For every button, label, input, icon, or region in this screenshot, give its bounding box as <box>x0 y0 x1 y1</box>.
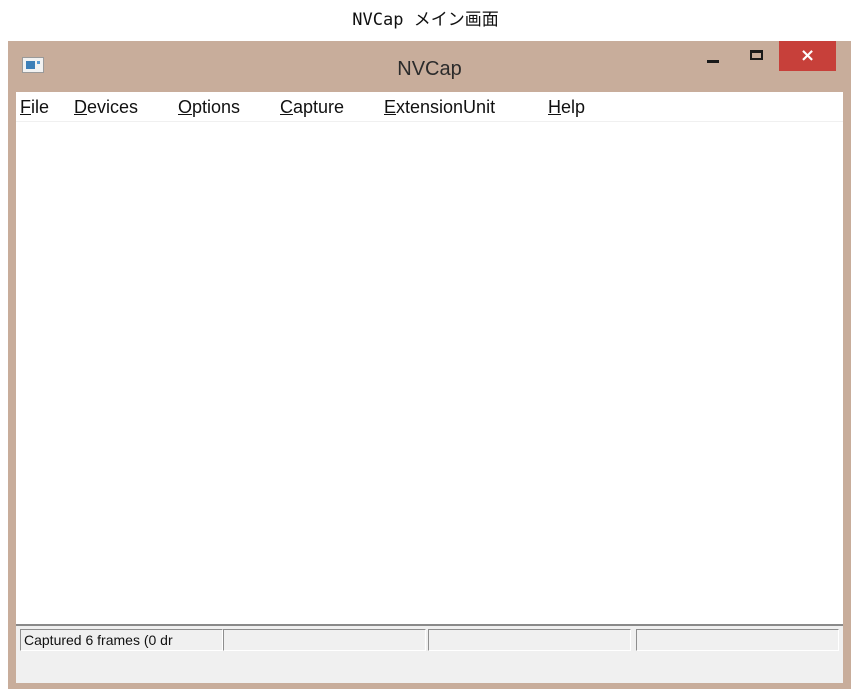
status-pane-3 <box>428 629 631 651</box>
maximize-icon <box>750 50 763 60</box>
menu-capture[interactable]: Capture <box>280 92 344 122</box>
minimize-button[interactable] <box>698 42 728 70</box>
menu-help[interactable]: Help <box>548 92 585 122</box>
minimize-icon <box>707 60 719 63</box>
figure-caption: NVCap メイン画面 <box>352 10 499 30</box>
status-pane-capture-info: Captured 6 frames (0 dr <box>20 629 223 651</box>
close-button[interactable]: × <box>779 41 836 71</box>
app-window: NVCap × File Devices Options Capture Ext… <box>8 41 851 689</box>
menu-bar: File Devices Options Capture ExtensionUn… <box>16 92 843 122</box>
maximize-button[interactable] <box>742 42 772 70</box>
status-bar: Captured 6 frames (0 dr <box>16 624 843 683</box>
capture-preview-area[interactable] <box>16 122 843 624</box>
menu-extensionunit[interactable]: ExtensionUnit <box>384 92 495 122</box>
app-window-icon[interactable] <box>22 57 44 73</box>
close-icon: × <box>799 45 816 66</box>
status-pane-2 <box>223 629 426 651</box>
menu-devices[interactable]: Devices <box>74 92 138 122</box>
status-pane-4 <box>636 629 839 651</box>
title-bar[interactable]: NVCap × <box>8 41 851 91</box>
menu-options[interactable]: Options <box>178 92 240 122</box>
menu-file[interactable]: File <box>20 92 49 122</box>
